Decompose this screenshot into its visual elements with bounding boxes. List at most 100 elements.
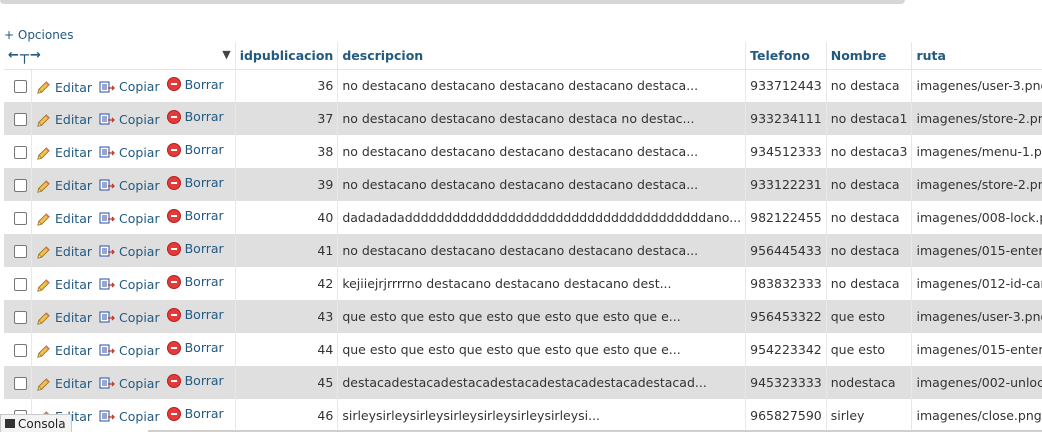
cell-nombre: no destaca bbox=[826, 69, 913, 102]
row-checkbox[interactable] bbox=[14, 146, 27, 159]
copy-label: Copiar bbox=[119, 244, 160, 259]
delete-button[interactable]: Borrar bbox=[166, 274, 224, 289]
table-row[interactable]: Editar Copiar Borrar 45 destacadestacadestac… bbox=[4, 366, 1042, 399]
copy-icon bbox=[99, 376, 119, 392]
copy-button[interactable]: Copiar bbox=[99, 343, 160, 359]
row-checkbox[interactable] bbox=[14, 80, 27, 94]
edit-button[interactable]: Editar bbox=[36, 79, 92, 95]
cell-nombre: no destaca bbox=[826, 201, 913, 234]
table-row[interactable]: Editar Copiar Borrar 46 sirleysirleysirleysi… bbox=[4, 399, 1042, 432]
delete-button[interactable]: Borrar bbox=[166, 109, 224, 124]
table-row[interactable]: Editar Copiar Borrar 41 no destacano destaca… bbox=[4, 234, 1042, 267]
column-header-nombre[interactable]: Nombre bbox=[826, 42, 913, 70]
copy-button[interactable]: Copiar bbox=[99, 112, 160, 128]
delete-button[interactable]: Borrar bbox=[166, 406, 224, 421]
row-checkbox[interactable] bbox=[14, 113, 27, 126]
column-header-telefono[interactable]: Telefono bbox=[745, 42, 827, 70]
cell-descripcion: destacadestacadestacadestacadestacadesta… bbox=[337, 366, 747, 399]
row-actions: Editar Copiar Borrar bbox=[31, 135, 236, 168]
edit-button[interactable]: Editar bbox=[36, 178, 92, 194]
copy-label: Copiar bbox=[119, 376, 160, 391]
cell-descripcion: no destacano destacano destacano destaca… bbox=[337, 168, 747, 201]
delete-button[interactable]: Borrar bbox=[166, 241, 224, 256]
delete-button[interactable]: Borrar bbox=[166, 175, 224, 190]
table-row[interactable]: Editar Copiar Borrar 39 no destacano destaca… bbox=[4, 168, 1042, 201]
delete-icon bbox=[166, 373, 181, 388]
edit-button[interactable]: Editar bbox=[36, 244, 92, 260]
table-row[interactable]: Editar Copiar Borrar 37 no destacano destaca… bbox=[4, 102, 1042, 135]
column-header-ruta[interactable]: ruta bbox=[911, 42, 1042, 70]
cell-descripcion: que esto que esto que esto que esto que … bbox=[337, 300, 747, 333]
column-header-idpublicacion[interactable]: idpublicacion bbox=[235, 42, 339, 70]
cell-idpublicacion: 37 bbox=[235, 102, 339, 135]
table-row[interactable]: Editar Copiar Borrar 43 que esto que esto qu… bbox=[4, 300, 1042, 333]
row-checkbox[interactable] bbox=[14, 212, 27, 225]
delete-button[interactable]: Borrar bbox=[166, 77, 224, 92]
edit-button[interactable]: Editar bbox=[36, 112, 92, 128]
delete-button[interactable]: Borrar bbox=[166, 142, 224, 157]
edit-button[interactable]: Editar bbox=[36, 211, 92, 227]
cell-idpublicacion: 41 bbox=[235, 234, 339, 267]
copy-label: Copiar bbox=[119, 178, 160, 193]
cell-descripcion: no destacano destacano destacano destaca… bbox=[337, 102, 747, 135]
copy-button[interactable]: Copiar bbox=[99, 211, 160, 227]
edit-button[interactable]: Editar bbox=[36, 376, 92, 392]
row-actions: Editar Copiar Borrar bbox=[31, 201, 236, 234]
row-checkbox-cell bbox=[4, 366, 32, 399]
table-row[interactable]: Editar Copiar Borrar 36 no destacano destaca… bbox=[4, 69, 1042, 102]
table-row[interactable]: Editar Copiar Borrar 38 no destacano destaca… bbox=[4, 135, 1042, 168]
table-row[interactable]: Editar Copiar Borrar 42 kejiiejrjrrrrno dest… bbox=[4, 267, 1042, 300]
copy-button[interactable]: Copiar bbox=[99, 178, 160, 194]
delete-button[interactable]: Borrar bbox=[166, 340, 224, 356]
edit-label: Editar bbox=[55, 211, 93, 227]
copy-icon bbox=[99, 79, 119, 95]
options-link[interactable]: + Opciones bbox=[4, 28, 73, 42]
delete-button[interactable]: Borrar bbox=[166, 373, 224, 388]
copy-button[interactable]: Copiar bbox=[99, 277, 160, 293]
copy-button[interactable]: Copiar bbox=[99, 244, 160, 260]
row-actions: Editar Copiar Borrar bbox=[31, 234, 236, 267]
copy-icon bbox=[99, 112, 119, 128]
delete-icon bbox=[166, 406, 181, 421]
copy-icon bbox=[99, 178, 119, 194]
copy-icon bbox=[99, 145, 119, 161]
edit-button[interactable]: Editar bbox=[36, 343, 92, 359]
cell-telefono: 956453322 bbox=[745, 300, 827, 333]
row-checkbox[interactable] bbox=[14, 278, 27, 291]
chevron-down-icon[interactable]: ▼ bbox=[222, 48, 230, 61]
cell-idpublicacion: 38 bbox=[235, 135, 339, 168]
edit-button[interactable]: Editar bbox=[36, 145, 92, 161]
row-checkbox-cell bbox=[4, 102, 32, 135]
cell-ruta: imagenes/user-3.png bbox=[911, 300, 1042, 333]
row-checkbox[interactable] bbox=[14, 311, 27, 324]
top-scrollbar[interactable] bbox=[0, 0, 905, 4]
table-row[interactable]: Editar Copiar Borrar 44 que esto que esto qu… bbox=[4, 333, 1042, 366]
delete-button[interactable]: Borrar bbox=[166, 307, 224, 322]
edit-button[interactable]: Editar bbox=[36, 310, 92, 326]
delete-button[interactable]: Borrar bbox=[166, 208, 224, 223]
edit-label: Editar bbox=[55, 244, 93, 260]
copy-button[interactable]: Copiar bbox=[99, 145, 160, 161]
pencil-icon bbox=[36, 310, 55, 326]
column-arrows-icon[interactable]: ← ┬ → bbox=[8, 46, 41, 64]
console-button[interactable]: Consola bbox=[0, 414, 72, 432]
row-checkbox[interactable] bbox=[14, 179, 27, 192]
copy-label: Copiar bbox=[119, 277, 160, 292]
edit-button[interactable]: Editar bbox=[36, 277, 92, 293]
row-checkbox[interactable] bbox=[14, 245, 27, 258]
copy-button[interactable]: Copiar bbox=[99, 409, 160, 425]
cell-descripcion: que esto que esto que esto que esto que … bbox=[337, 333, 747, 366]
copy-button[interactable]: Copiar bbox=[99, 376, 160, 392]
cell-nombre: nodestaca bbox=[826, 366, 913, 399]
table-row[interactable]: Editar Copiar Borrar 40 dadadadadddddddddddd… bbox=[4, 201, 1042, 234]
delete-label: Borrar bbox=[184, 340, 224, 356]
row-checkbox-cell bbox=[4, 234, 32, 267]
column-header-descripcion[interactable]: descripcion bbox=[337, 42, 747, 70]
row-checkbox[interactable] bbox=[14, 344, 27, 357]
cell-idpublicacion: 46 bbox=[235, 399, 339, 432]
row-checkbox[interactable] bbox=[14, 377, 27, 390]
copy-button[interactable]: Copiar bbox=[99, 79, 160, 95]
copy-label: Copiar bbox=[119, 112, 160, 127]
cell-ruta: imagenes/002-unlock.png bbox=[911, 366, 1042, 399]
copy-button[interactable]: Copiar bbox=[99, 310, 160, 326]
